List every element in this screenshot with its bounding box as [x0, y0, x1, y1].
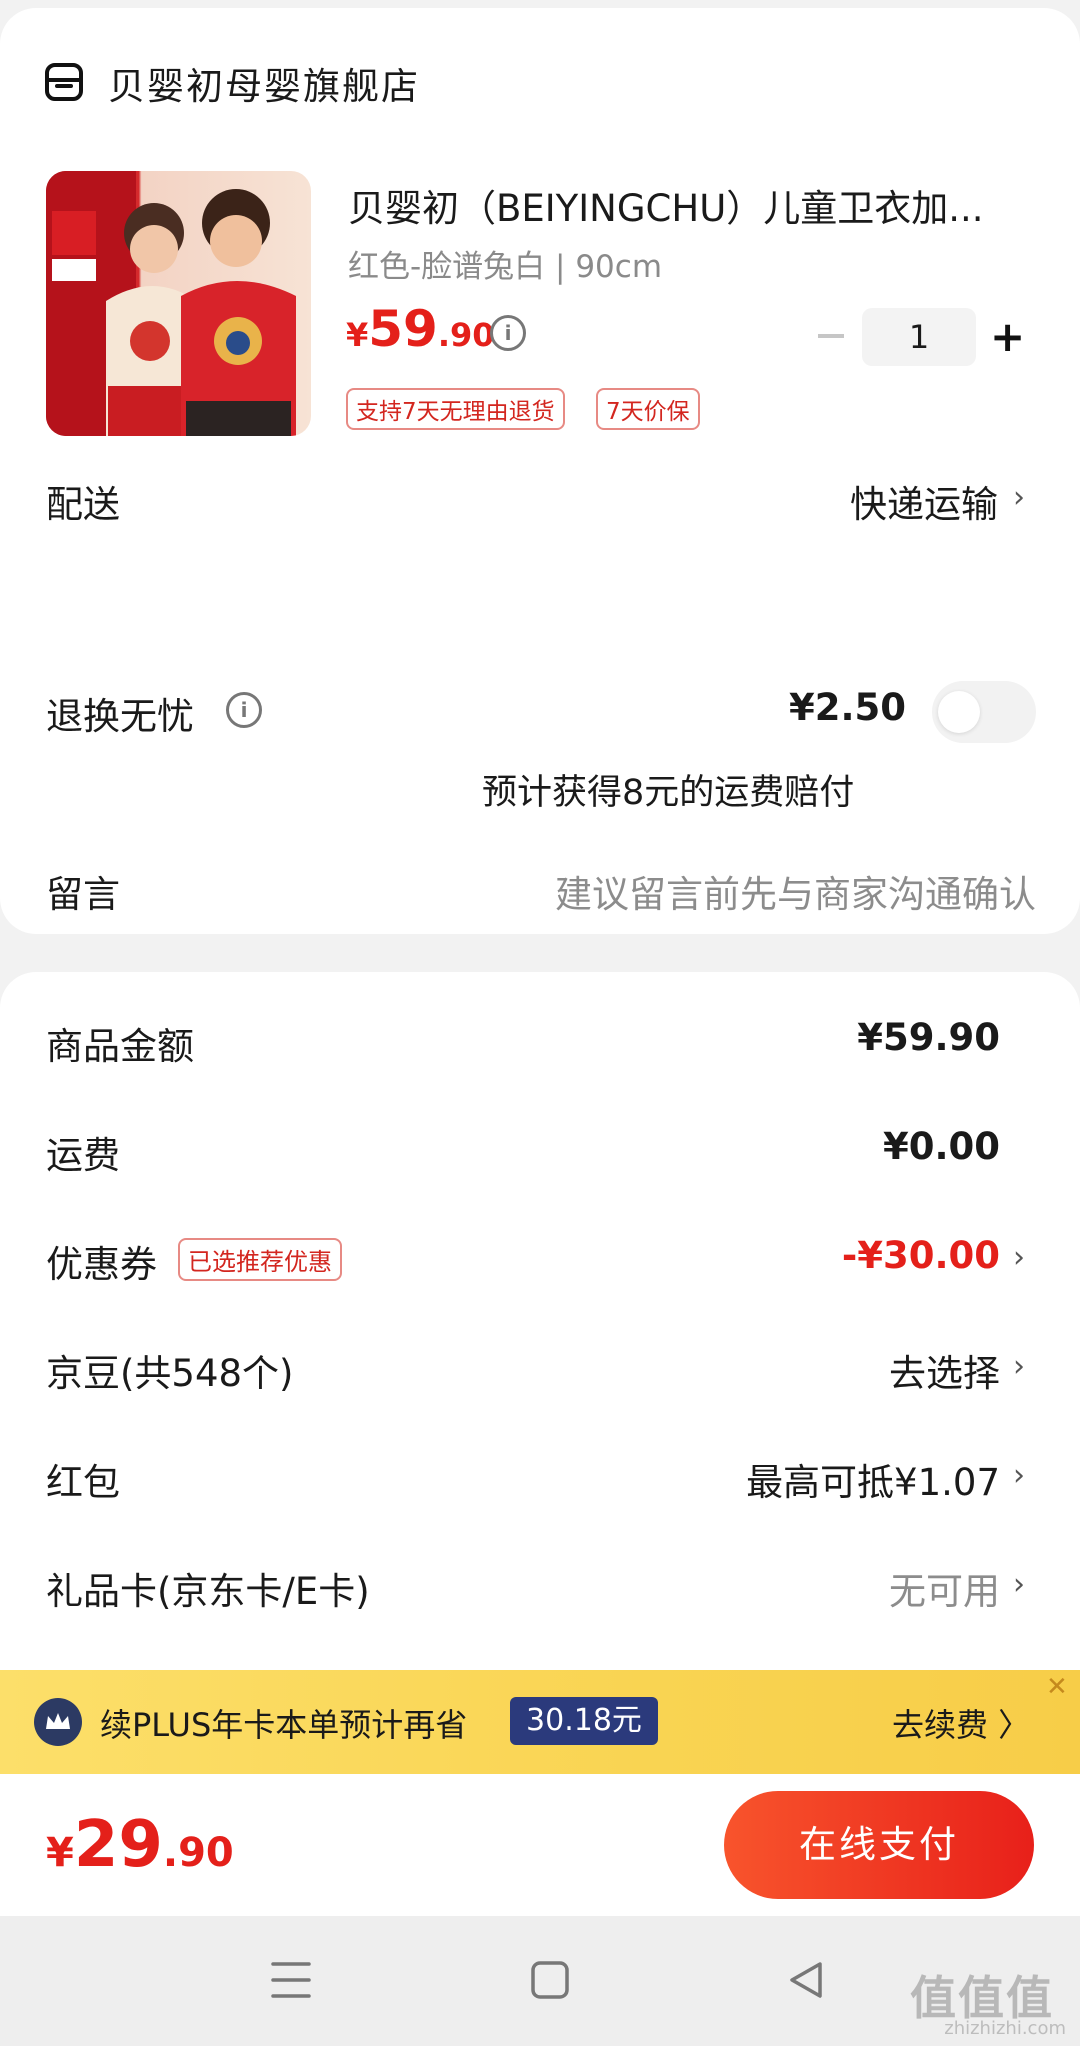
return-insurance-price: ¥2.50	[788, 686, 906, 729]
total-decimal: .90	[162, 1830, 234, 1876]
freight-label: 运费	[46, 1134, 120, 1177]
plus-banner-text: 续PLUS年卡本单预计再省	[100, 1706, 468, 1744]
shipping-label: 配送	[46, 483, 120, 526]
back-triangle-icon[interactable]	[786, 1960, 826, 2000]
product-spec[interactable]: 红色-脸谱兔白 | 90cm	[348, 241, 662, 286]
giftcard-chevron-icon[interactable]: ›	[1013, 1567, 1025, 1602]
watermark-url: zhizhizhi.com	[944, 2018, 1066, 2039]
tag-return-policy: 支持7天无理由退货	[346, 388, 565, 430]
toggle-knob	[938, 691, 980, 733]
goods-amount-value: ¥59.90	[857, 1016, 1000, 1059]
redpacket-value[interactable]: 最高可抵¥1.07	[746, 1452, 1000, 1506]
order-card-product: 贝婴初母婴旗舰店 贝婴初（BEIYINGCHU）儿童卫衣加... 红色-脸谱兔白…	[0, 8, 1080, 934]
crown-glyph	[46, 1713, 70, 1729]
return-insurance-label: 退换无忧	[46, 695, 194, 738]
total-symbol: ¥	[46, 1830, 74, 1876]
jingdou-label: 京豆(共548个)	[46, 1352, 294, 1395]
product-price: ¥59.90	[346, 300, 495, 358]
shipping-chevron-icon[interactable]: ›	[1013, 480, 1025, 515]
coupon-recommended-tag: 已选推荐优惠	[178, 1238, 342, 1281]
freight-value: ¥0.00	[882, 1125, 1000, 1168]
quantity-minus-button[interactable]	[818, 334, 844, 338]
total-integer: 29	[73, 1808, 163, 1882]
coupon-chevron-icon[interactable]: ›	[1013, 1240, 1025, 1275]
price-integer: 59	[368, 300, 438, 358]
return-insurance-note: 预计获得8元的运费赔付	[482, 773, 855, 813]
product-title[interactable]: 贝婴初（BEIYINGCHU）儿童卫衣加...	[348, 178, 984, 232]
pay-online-button[interactable]: 在线支付	[724, 1791, 1034, 1899]
home-square-icon[interactable]	[530, 1960, 570, 2000]
goods-amount-label: 商品金额	[46, 1025, 194, 1068]
coupon-label: 优惠券	[46, 1243, 157, 1286]
plus-crown-icon	[34, 1698, 82, 1746]
menu-icon[interactable]	[270, 1960, 312, 2000]
message-input[interactable]: 建议留言前先与商家沟通确认	[555, 864, 1036, 918]
redpacket-chevron-icon[interactable]: ›	[1013, 1458, 1025, 1493]
price-symbol: ¥	[346, 316, 369, 354]
store-name[interactable]: 贝婴初母婴旗舰店	[108, 56, 420, 110]
product-image[interactable]	[46, 171, 311, 436]
return-insurance-info-icon[interactable]: i	[226, 692, 262, 728]
tag-price-protect: 7天价保	[596, 388, 700, 430]
product-photo-illustration	[46, 171, 296, 436]
quantity-plus-button[interactable]: +	[990, 315, 1025, 359]
store-icon	[45, 63, 83, 101]
giftcard-value[interactable]: 无可用	[889, 1561, 1000, 1615]
jingdou-chevron-icon[interactable]: ›	[1013, 1349, 1025, 1384]
price-decimal: .90	[437, 316, 495, 354]
plus-savings-badge: 30.18元	[510, 1697, 658, 1745]
checkout-total: ¥29.90	[46, 1808, 234, 1882]
shipping-value[interactable]: 快递运输	[850, 474, 998, 528]
return-insurance-toggle[interactable]	[932, 681, 1036, 743]
coupon-value[interactable]: -¥30.00	[842, 1234, 1000, 1277]
order-card-summary: 商品金额 ¥59.90 运费 ¥0.00 优惠券 已选推荐优惠 -¥30.00 …	[0, 972, 1080, 1672]
redpacket-label: 红包	[46, 1461, 120, 1504]
quantity-input[interactable]: 1	[862, 308, 976, 366]
giftcard-label: 礼品卡(京东卡/E卡)	[46, 1570, 370, 1613]
jingdou-value[interactable]: 去选择	[889, 1343, 1000, 1397]
message-label: 留言	[46, 873, 120, 916]
price-info-icon[interactable]: i	[490, 315, 526, 351]
plus-banner-close-icon[interactable]: ✕	[1046, 1672, 1068, 1702]
plus-renew-link[interactable]: 去续费 〉	[892, 1700, 1030, 1746]
